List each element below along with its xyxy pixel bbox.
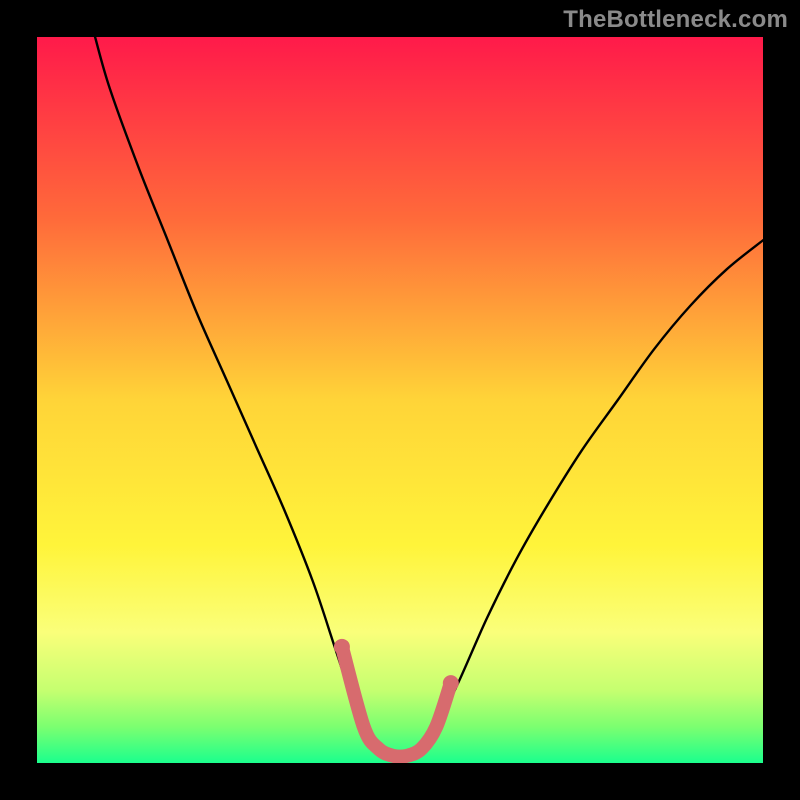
bottleneck-highlight-path bbox=[342, 647, 451, 757]
plot-area bbox=[37, 37, 763, 763]
bottleneck-curve-path bbox=[95, 37, 763, 757]
highlight-dot bbox=[443, 675, 459, 691]
watermark-text: TheBottleneck.com bbox=[563, 6, 788, 34]
highlight-dot bbox=[334, 639, 350, 655]
chart-frame: TheBottleneck.com bbox=[0, 0, 800, 800]
curve-layer bbox=[37, 37, 763, 763]
